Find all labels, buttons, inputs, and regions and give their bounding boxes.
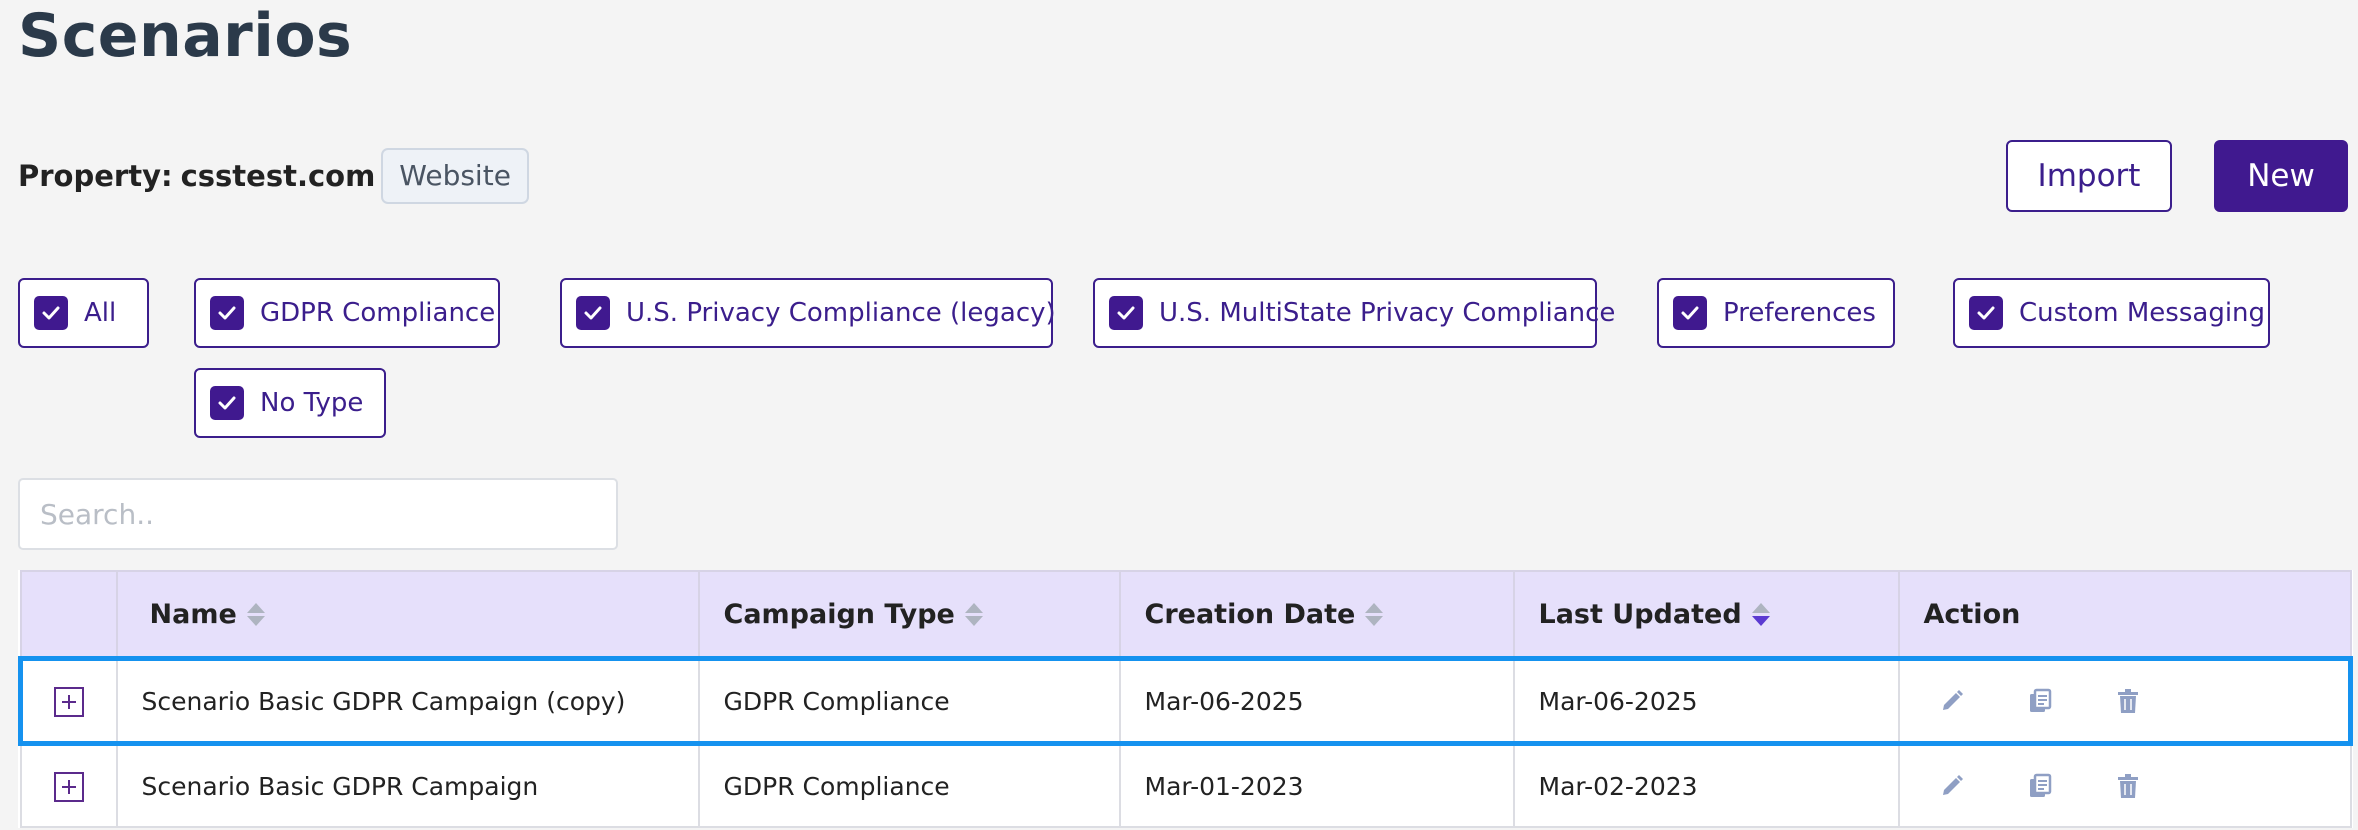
checkmark-icon[interactable] [1969,296,2003,330]
pencil-icon[interactable] [1938,772,1966,800]
import-button[interactable]: Import [2006,140,2172,212]
checkmark-icon[interactable] [34,296,68,330]
plus-box-icon[interactable] [54,686,85,717]
filter-no-type[interactable]: No Type [194,368,386,438]
column-header-label: Campaign Type [723,598,955,630]
sort-arrows-icon[interactable] [1751,602,1770,626]
filter-us-multistate-privacy[interactable]: U.S. MultiState Privacy Compliance [1093,278,1615,348]
filter-label: Custom Messaging [2019,298,2266,328]
property-label: Property: [18,159,173,193]
plus-box-icon[interactable] [53,771,84,802]
property-value: csstest.com [180,159,376,193]
expand-cell [19,742,118,828]
filter-label: Preferences [1723,298,1876,328]
filter-us-privacy-legacy[interactable]: U.S. Privacy Compliance (legacy) [560,278,1056,348]
column-header-creation-date[interactable]: Creation Date [1118,570,1515,660]
cell-last-updated: Mar-02-2023 [1512,742,1900,828]
sort-arrows-icon[interactable] [246,602,265,626]
table-row[interactable]: Scenario Basic GDPR Campaign GDPR Compli… [19,742,2352,828]
column-header-label: Creation Date [1144,598,1356,630]
cell-last-updated: Mar-06-2025 [1512,656,1900,746]
property-type-badge: Website [381,148,529,204]
scenarios-table-wrap: Name Campaign Type Creation Date Last Up… [18,570,2353,828]
column-header-expand [19,570,118,660]
column-header-label: Action [1923,598,2021,630]
filter-label: U.S. Privacy Compliance (legacy) [626,298,1056,328]
checkmark-icon[interactable] [1109,296,1143,330]
copy-icon[interactable] [2026,772,2054,800]
pencil-icon[interactable] [1938,687,1966,715]
property-row: Property: csstest.com Website [18,148,529,204]
cell-creation-date: Mar-01-2023 [1118,742,1515,828]
column-header-action: Action [1897,570,2352,660]
trash-icon[interactable] [2114,687,2142,715]
trash-icon[interactable] [2114,772,2142,800]
cell-actions [1897,656,2353,746]
column-header-label: Name [149,598,237,630]
checkmark-icon[interactable] [576,296,610,330]
filter-label: U.S. MultiState Privacy Compliance [1159,298,1616,328]
expand-cell [18,656,118,746]
cell-campaign-type: GDPR Compliance [697,656,1121,746]
cell-name: Scenario Basic GDPR Campaign (copy) [115,656,700,746]
cell-creation-date: Mar-06-2025 [1118,656,1515,746]
sort-arrows-icon[interactable] [964,602,983,626]
filter-preferences[interactable]: Preferences [1657,278,1895,348]
checkmark-icon[interactable] [210,296,244,330]
new-button[interactable]: New [2214,140,2348,212]
table-row[interactable]: Scenario Basic GDPR Campaign (copy) GDPR… [18,656,2353,746]
checkmark-icon[interactable] [1673,296,1707,330]
filter-label: All [84,298,117,328]
cell-actions [1897,742,2352,828]
copy-icon[interactable] [2026,687,2054,715]
checkmark-icon[interactable] [210,386,244,420]
action-icons [1924,772,2350,800]
filter-label: No Type [260,388,364,418]
column-header-name[interactable]: Name [115,570,700,660]
column-header-campaign-type[interactable]: Campaign Type [697,570,1121,660]
table-header-row: Name Campaign Type Creation Date Last Up… [19,570,2352,660]
search-input[interactable] [18,478,618,550]
column-header-last-updated[interactable]: Last Updated [1512,570,1900,660]
filter-label: GDPR Compliance [260,298,496,328]
page-title: Scenarios [18,1,353,71]
sort-arrows-icon[interactable] [1365,602,1384,626]
cell-name: Scenario Basic GDPR Campaign [115,742,700,828]
filter-gdpr-compliance[interactable]: GDPR Compliance [194,278,500,348]
filter-custom-messaging[interactable]: Custom Messaging [1953,278,2270,348]
column-header-label: Last Updated [1538,598,1742,630]
cell-campaign-type: GDPR Compliance [697,742,1121,828]
filter-all[interactable]: All [18,278,149,348]
action-icons [1924,687,2349,715]
scenarios-table: Name Campaign Type Creation Date Last Up… [18,570,2353,828]
